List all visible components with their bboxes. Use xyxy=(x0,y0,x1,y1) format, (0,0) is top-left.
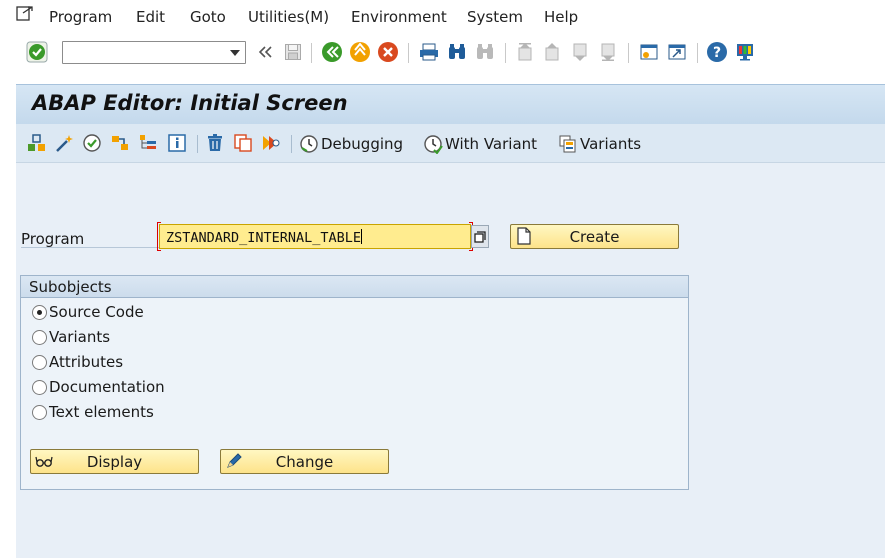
find-next-icon xyxy=(474,41,496,63)
execute-variant-icon xyxy=(424,135,443,154)
radio-attributes[interactable]: Attributes xyxy=(32,352,123,372)
back-icon[interactable] xyxy=(321,41,343,63)
system-menu-icon[interactable] xyxy=(16,6,34,22)
other-object-icon[interactable] xyxy=(27,133,47,153)
create-button[interactable]: Create xyxy=(510,224,679,249)
glasses-icon xyxy=(35,456,53,467)
menu-utilities[interactable]: Utilities(M) xyxy=(248,8,329,26)
menu-help[interactable]: Help xyxy=(544,8,578,26)
delete-icon[interactable] xyxy=(205,133,225,153)
menu-bar: Program Edit Goto Utilities(M) Environme… xyxy=(0,0,885,34)
required-marker-left xyxy=(157,222,161,251)
last-page-icon xyxy=(597,41,619,63)
display-button[interactable]: Display xyxy=(30,449,199,474)
next-page-icon xyxy=(569,41,591,63)
radio-button[interactable] xyxy=(32,354,47,370)
previous-page-icon xyxy=(541,41,563,63)
variants-button[interactable]: Variants xyxy=(558,133,641,155)
copy-icon[interactable] xyxy=(233,133,253,153)
standard-toolbar: ? xyxy=(0,34,885,72)
change-button[interactable]: Change xyxy=(220,449,389,474)
radio-label: Documentation xyxy=(49,378,165,396)
first-page-icon xyxy=(514,41,536,63)
program-label: Program xyxy=(21,230,85,248)
menu-program[interactable]: Program xyxy=(49,8,112,26)
back-double-icon[interactable] xyxy=(254,41,276,63)
radio-label: Source Code xyxy=(49,303,144,321)
cancel-icon[interactable] xyxy=(377,41,399,63)
menu-edit[interactable]: Edit xyxy=(136,8,165,26)
value-help-icon xyxy=(474,230,486,243)
subobjects-group: Subobjects Source Code Variants Attribut… xyxy=(20,275,689,490)
menu-goto[interactable]: Goto xyxy=(190,8,226,26)
chevron-down-icon[interactable] xyxy=(230,50,240,56)
activate-wand-icon[interactable] xyxy=(54,133,74,153)
new-document-icon xyxy=(517,227,531,245)
radio-button[interactable] xyxy=(32,379,47,395)
application-toolbar: Debugging With Variant Variants xyxy=(16,124,885,163)
program-input-value: ZSTANDARD_INTERNAL_TABLE xyxy=(166,230,362,246)
with-variant-button[interactable]: With Variant xyxy=(423,133,537,155)
debugging-label: Debugging xyxy=(321,135,404,153)
create-label: Create xyxy=(569,227,620,246)
radio-button[interactable] xyxy=(32,329,47,345)
program-input[interactable]: ZSTANDARD_INTERNAL_TABLE xyxy=(157,222,473,251)
title-bar: ABAP Editor: Initial Screen xyxy=(16,84,885,124)
radio-text-elements[interactable]: Text elements xyxy=(32,402,154,422)
svg-text:?: ? xyxy=(713,45,721,61)
print-icon[interactable] xyxy=(418,41,440,63)
radio-source-code[interactable]: Source Code xyxy=(32,302,144,322)
display-label: Display xyxy=(86,452,143,471)
help-icon[interactable]: ? xyxy=(706,41,728,63)
radio-label: Variants xyxy=(49,328,111,346)
customize-layout-icon[interactable] xyxy=(734,41,756,63)
with-variant-label: With Variant xyxy=(445,135,538,153)
radio-label: Attributes xyxy=(49,353,124,371)
object-list-icon[interactable] xyxy=(138,133,158,153)
rename-icon[interactable] xyxy=(261,133,281,153)
command-field[interactable] xyxy=(62,41,246,64)
radio-label: Text elements xyxy=(49,403,154,421)
debugging-button[interactable]: Debugging xyxy=(299,133,403,155)
subobjects-title: Subobjects xyxy=(21,276,688,298)
enter-icon[interactable] xyxy=(26,41,48,63)
main-area: Program ZSTANDARD_INTERNAL_TABLE Create … xyxy=(16,163,885,558)
radio-documentation[interactable]: Documentation xyxy=(32,377,165,397)
variants-label: Variants xyxy=(580,135,642,153)
exit-icon[interactable] xyxy=(349,41,371,63)
value-help-button[interactable] xyxy=(471,225,489,248)
create-session-icon[interactable] xyxy=(638,41,660,63)
radio-button[interactable] xyxy=(32,304,47,320)
info-icon[interactable] xyxy=(167,133,187,153)
variants-icon xyxy=(559,135,576,153)
page-title: ABAP Editor: Initial Screen xyxy=(32,91,348,115)
change-label: Change xyxy=(275,452,334,471)
find-icon[interactable] xyxy=(446,41,468,63)
debug-clock-icon xyxy=(300,135,318,153)
save-icon xyxy=(282,41,304,63)
menu-environment[interactable]: Environment xyxy=(351,8,447,26)
check-icon[interactable] xyxy=(82,133,102,153)
program-label-underline xyxy=(21,247,159,248)
where-used-icon[interactable] xyxy=(110,133,130,153)
radio-variants[interactable]: Variants xyxy=(32,327,110,347)
radio-button[interactable] xyxy=(32,404,47,420)
menu-system[interactable]: System xyxy=(467,8,523,26)
shortcut-icon[interactable] xyxy=(666,41,688,63)
pencil-icon xyxy=(227,453,242,468)
text-cursor xyxy=(361,229,363,244)
